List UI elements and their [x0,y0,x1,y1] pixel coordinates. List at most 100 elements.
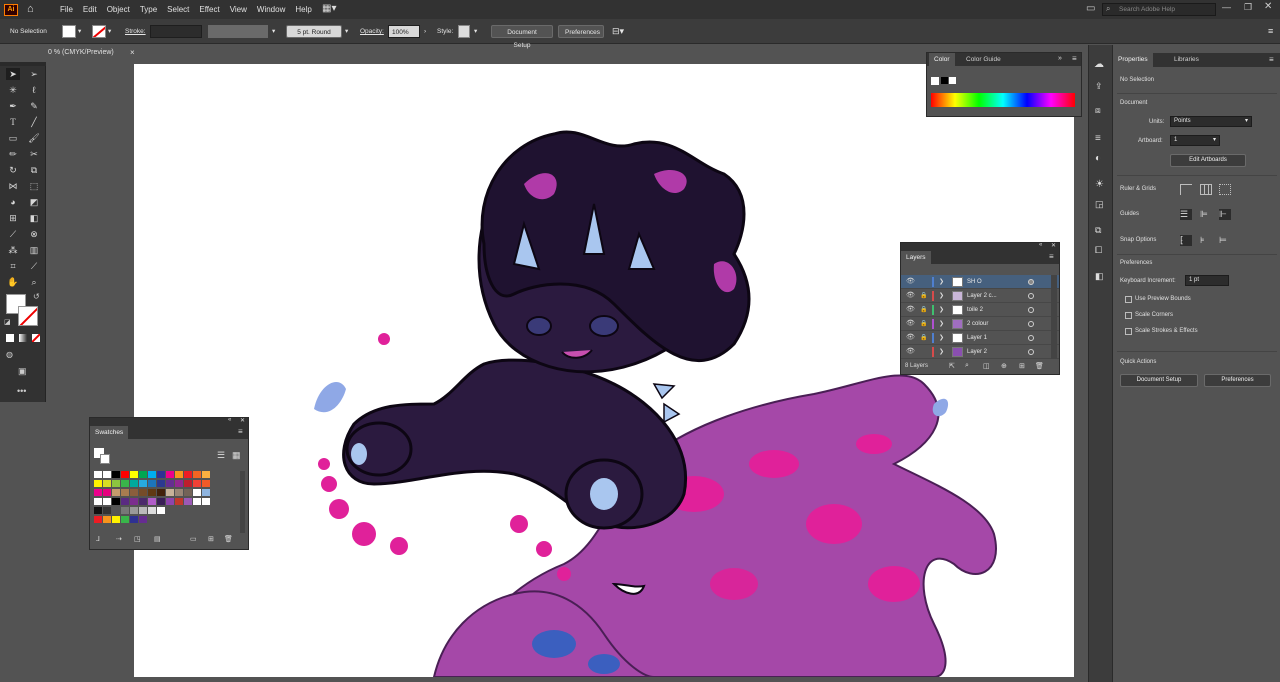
rectangle-tool-icon[interactable]: ▭ [6,132,20,144]
preferences-button[interactable]: Preferences [1204,374,1271,387]
new-color-group-icon[interactable]: ▭ [190,535,197,543]
use-preview-bounds-checkbox[interactable] [1125,296,1132,303]
color-swatch[interactable] [175,498,183,505]
color-swatch[interactable] [121,489,129,496]
color-swatch[interactable] [139,480,147,487]
color-swatch[interactable] [157,489,165,496]
menu-type[interactable]: Type [140,5,157,14]
expand-layer-icon[interactable]: ❯ [939,289,944,303]
color-swatch[interactable] [166,471,174,478]
color-swatch[interactable] [130,480,138,487]
gradient-tool-icon[interactable]: ◧ [27,212,41,224]
layer-target-icon[interactable] [1028,293,1034,299]
close-panel-icon[interactable]: ✕ [1051,242,1056,249]
scale-strokes-effects-checkbox[interactable] [1125,328,1132,335]
delete-layer-icon[interactable]: 🗑 [1035,362,1044,370]
preferences-button[interactable]: Preferences [558,25,604,38]
collapse-panel-icon[interactable]: « [228,417,231,423]
align-options-icon[interactable]: ⊟▾ [612,25,624,38]
transform-icon[interactable]: ⧉ [1095,225,1101,236]
color-swatch[interactable] [157,507,165,514]
expand-layer-icon[interactable]: ❯ [939,317,944,331]
graphic-styles-icon[interactable]: ◲ [1095,199,1104,210]
stroke-panel-icon[interactable]: ≡ [1095,133,1101,144]
color-swatch[interactable] [166,480,174,487]
snap-to-grid-icon[interactable]: ⊧ [1200,235,1212,246]
color-swatch[interactable] [175,489,183,496]
color-swatch[interactable] [130,507,138,514]
artboards-icon[interactable]: ⧈ [1095,105,1101,116]
color-fill-stroke-icon[interactable] [931,77,939,85]
expand-layer-icon[interactable]: ❯ [939,345,944,359]
visibility-eye-icon[interactable]: 👁 [906,275,915,289]
color-swatch[interactable] [94,507,102,514]
color-swatch[interactable] [139,516,147,523]
stroke-label[interactable]: Stroke: [125,25,146,38]
stroke-color-box[interactable] [18,306,38,326]
lock-guides-icon[interactable]: ⊫ [1200,209,1212,220]
collect-for-export-icon[interactable]: ⇱ [949,362,955,370]
color-swatch[interactable] [103,507,111,514]
color-swatch[interactable] [94,471,102,478]
close-panel-icon[interactable]: ✕ [240,417,245,424]
color-swatch[interactable] [193,498,201,505]
color-swatch[interactable] [112,480,120,487]
symbol-sprayer-tool-icon[interactable]: ⁂ [6,244,20,256]
color-swatch[interactable] [130,516,138,523]
panel-menu-icon[interactable]: ≡ [1268,25,1273,38]
layers-scrollbar[interactable] [1051,275,1057,359]
color-swatch[interactable] [112,516,120,523]
layer-name[interactable]: 2 colour [967,317,988,331]
color-swatch[interactable] [202,471,210,478]
blend-tool-icon[interactable]: ⊗ [27,228,41,240]
layer-target-icon[interactable] [1028,349,1034,355]
free-transform-tool-icon[interactable]: ⬚ [27,180,41,192]
artboard-tool-icon[interactable]: ⌗ [6,260,20,272]
color-swatch[interactable] [112,498,120,505]
color-swatch[interactable] [112,489,120,496]
color-swatch[interactable] [202,480,210,487]
color-swatch[interactable] [166,498,174,505]
panel-menu-icon[interactable]: ≡ [1072,54,1077,63]
menu-object[interactable]: Object [107,5,130,14]
locate-object-icon[interactable]: ⌕ [965,362,969,370]
screen-mode-icon[interactable]: ▣ [18,366,27,377]
visibility-eye-icon[interactable]: 👁 [906,317,915,331]
color-swatch[interactable] [103,480,111,487]
maximize-icon[interactable]: ❐ [1244,2,1252,13]
close-window-icon[interactable]: ✕ [1264,1,1272,12]
document-setup-button[interactable]: Document Setup [1120,374,1198,387]
snap-to-pixel-icon[interactable]: ⊨ [1219,235,1231,246]
layer-row[interactable]: 👁 ❯ Layer 2 [901,345,1059,359]
layer-name[interactable]: toile 2 [967,303,983,317]
menu-edit[interactable]: Edit [83,5,97,14]
color-swatch[interactable] [121,498,129,505]
brush-dropdown-icon[interactable]: ▾ [345,25,348,38]
shape-builder-tool-icon[interactable]: ◕ [6,196,20,208]
swatches-scrollbar[interactable] [240,471,245,533]
layer-target-icon[interactable] [1028,335,1034,341]
grid-icon[interactable] [1200,184,1212,195]
color-swatch[interactable] [94,480,102,487]
swap-colors-icon[interactable]: ↺ [33,292,40,301]
document-setup-button[interactable]: Document Setup [491,25,553,49]
color-swatch[interactable] [121,507,129,514]
color-swatch[interactable] [130,471,138,478]
menu-help[interactable]: Help [295,5,311,14]
pathfinder-icon[interactable]: ⧠ [1095,245,1102,256]
default-colors-icon[interactable]: ◪ [4,318,11,326]
layers-panel-titlebar[interactable]: « ✕ [901,242,1059,251]
color-swatch[interactable] [184,498,192,505]
color-swatch[interactable] [184,480,192,487]
fill-dropdown-icon[interactable]: ▾ [78,25,81,38]
color-swatch[interactable] [148,480,156,487]
collapse-panel-icon[interactable]: » [1058,55,1062,62]
tab-properties[interactable]: Properties [1113,53,1153,67]
rotate-tool-icon[interactable]: ↻ [6,164,20,176]
color-swatch[interactable] [103,516,111,523]
graphic-style-swatch[interactable] [458,25,470,38]
menu-window[interactable]: Window [257,5,285,14]
color-swatch[interactable] [148,489,156,496]
color-swatch[interactable] [148,471,156,478]
menu-file[interactable]: File [60,5,73,14]
